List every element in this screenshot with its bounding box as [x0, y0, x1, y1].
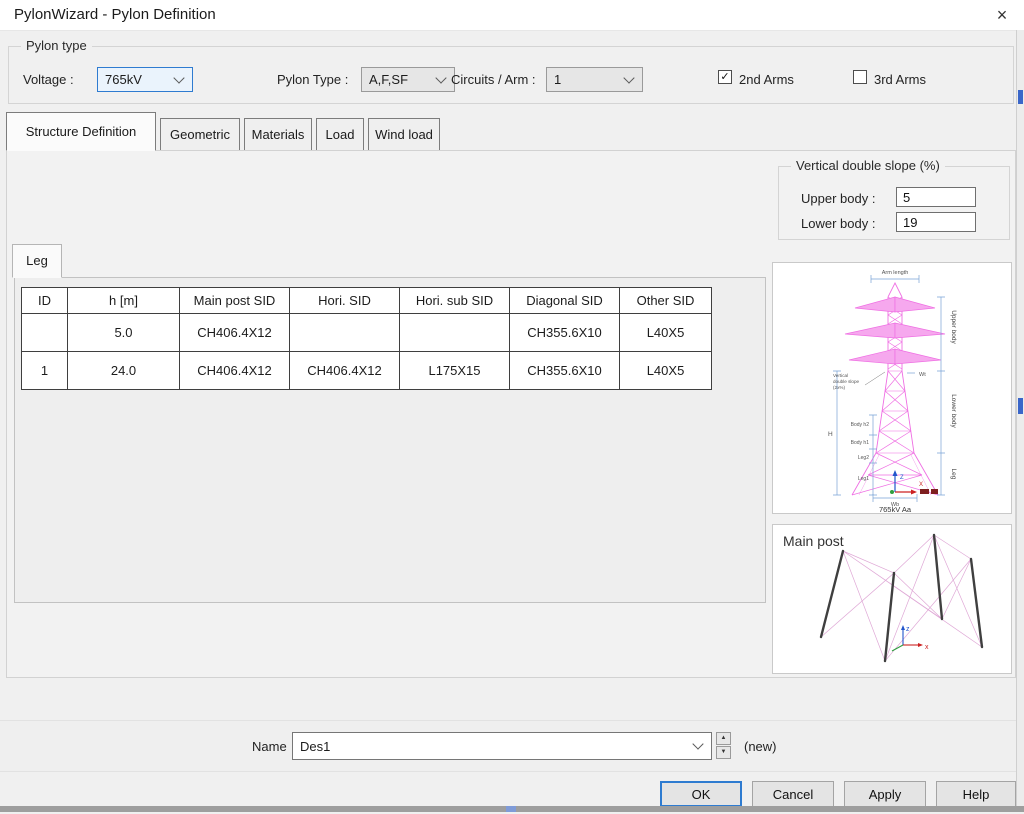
right-edge-marker	[1018, 90, 1023, 104]
table-cell[interactable]: L40X5	[620, 352, 712, 390]
table-cell[interactable]: CH406.4X12	[180, 352, 290, 390]
section-grid-panel: ID h [m] Main post SID Hori. SID Hori. s…	[14, 277, 766, 603]
chevron-down-icon	[435, 72, 446, 83]
arm-length-label: Arm length	[882, 270, 909, 276]
vertical-double-slope-group: Vertical double slope (%) Upper body : L…	[778, 166, 1010, 240]
table-cell[interactable]: L40X5	[620, 314, 712, 352]
slope-note-line3: (2x%)	[833, 385, 845, 390]
bottom-edge-marker	[506, 806, 516, 812]
table-header-row: ID h [m] Main post SID Hori. SID Hori. s…	[22, 288, 712, 314]
slope-note-line1: Vertical	[833, 373, 848, 378]
table-cell[interactable]	[290, 314, 400, 352]
h-dim-label: H	[828, 431, 833, 438]
main-post-panel: Main post z x	[772, 524, 1012, 674]
table-cell[interactable]: L175X15	[400, 352, 510, 390]
main-post-drawing: z x	[773, 525, 1011, 673]
chevron-down-icon	[173, 72, 184, 83]
table-row[interactable]: 1 24.0 CH406.4X12 CH406.4X12 L175X15 CH3…	[22, 352, 712, 390]
wt-dim-label: Wt	[919, 372, 926, 378]
row-id-cell[interactable]: 2	[22, 314, 68, 352]
tab-wind-load[interactable]: Wind load	[368, 118, 440, 151]
tab-load[interactable]: Load	[316, 118, 364, 151]
name-combobox[interactable]: Des1	[292, 732, 712, 760]
col-header-diagonal[interactable]: Diagonal SID	[510, 288, 620, 314]
col-header-h[interactable]: h [m]	[68, 288, 180, 314]
help-button[interactable]: Help	[936, 781, 1016, 807]
table-cell[interactable]	[400, 314, 510, 352]
table-cell[interactable]: 5.0	[68, 314, 180, 352]
spinner-up-icon[interactable]: ▲	[716, 732, 731, 745]
lower-body-label: Lower body :	[801, 216, 875, 231]
upper-body-input[interactable]	[896, 187, 976, 207]
pylon-type-label: Pylon Type :	[277, 72, 348, 87]
pylon-type-group: Pylon type Voltage : 765kV Pylon Type : …	[8, 46, 1014, 104]
window-title: PylonWizard - Pylon Definition	[14, 0, 216, 30]
col-header-id[interactable]: ID	[22, 288, 68, 314]
chevron-down-icon	[692, 738, 703, 749]
chevron-down-icon	[623, 72, 634, 83]
window-titlebar: PylonWizard - Pylon Definition ×	[0, 0, 1024, 31]
col-header-hori-sub[interactable]: Hori. sub SID	[400, 288, 510, 314]
body-tab-leg[interactable]: Leg	[12, 244, 62, 278]
row-id-cell[interactable]: 1	[22, 352, 68, 390]
cancel-button[interactable]: Cancel	[752, 781, 834, 807]
col-header-other[interactable]: Other SID	[620, 288, 712, 314]
mainpost-axis-x-label: x	[925, 644, 929, 651]
leg-dim-label: Leg	[950, 469, 957, 480]
name-spinner[interactable]: ▲ ▼	[716, 732, 731, 759]
third-arms-label: 3rd Arms	[874, 72, 926, 87]
third-arms-checkbox[interactable]	[853, 70, 867, 84]
apply-button[interactable]: Apply	[844, 781, 926, 807]
tab-materials[interactable]: Materials	[244, 118, 312, 151]
voltage-select[interactable]: 765kV	[97, 67, 193, 92]
vertical-double-slope-label: Vertical double slope (%)	[791, 158, 945, 173]
upper-body-label: Upper body :	[801, 191, 875, 206]
axis-x-label: X	[919, 482, 923, 488]
tab-structure-definition[interactable]: Structure Definition	[6, 112, 156, 151]
voltage-label: Voltage :	[23, 72, 74, 87]
upper-body-dim-label: Upper body	[950, 310, 957, 344]
preview-caption: 765kV Aa	[879, 505, 912, 513]
right-edge-marker	[1018, 398, 1023, 414]
leg1-label: Leg1	[858, 476, 869, 482]
table-cell[interactable]: 24.0	[68, 352, 180, 390]
table-cell[interactable]: CH406.4X12	[180, 314, 290, 352]
pylon-preview-drawing: Arm length Wt Wb H Body h2 Body h1 Leg2 …	[773, 263, 1011, 513]
lower-body-input[interactable]	[896, 212, 976, 232]
new-status-label: (new)	[744, 739, 777, 754]
check-icon: ✓	[720, 71, 729, 83]
lower-body-dim-label: Lower body	[950, 394, 957, 428]
body-h2-label: Body h2	[851, 422, 870, 428]
col-header-hori[interactable]: Hori. SID	[290, 288, 400, 314]
spinner-down-icon[interactable]: ▼	[716, 746, 731, 759]
name-label: Name	[252, 739, 287, 754]
pylon-type-select[interactable]: A,F,SF	[361, 67, 455, 92]
table-row[interactable]: 2 5.0 CH406.4X12 CH355.6X10 L40X5	[22, 314, 712, 352]
mainpost-axis-z-label: z	[906, 626, 910, 633]
pylon-type-group-label: Pylon type	[21, 38, 92, 53]
circuits-arm-label: Circuits / Arm :	[451, 72, 536, 87]
col-header-main-post[interactable]: Main post SID	[180, 288, 290, 314]
close-icon[interactable]: ×	[990, 3, 1014, 27]
tab-geometric[interactable]: Geometric	[160, 118, 240, 151]
ok-button[interactable]: OK	[660, 781, 742, 807]
section-table[interactable]: ID h [m] Main post SID Hori. SID Hori. s…	[21, 287, 712, 390]
leg2-label: Leg2	[858, 455, 869, 461]
second-arms-checkbox[interactable]: ✓	[718, 70, 732, 84]
table-cell[interactable]: CH355.6X10	[510, 352, 620, 390]
axis-z-label: Z	[900, 475, 904, 481]
pylon-preview-panel: Arm length Wt Wb H Body h2 Body h1 Leg2 …	[772, 262, 1012, 514]
second-arms-label: 2nd Arms	[739, 72, 794, 87]
window-right-edge	[1016, 30, 1024, 806]
slope-note-line2: double slope	[833, 379, 859, 384]
table-cell[interactable]: CH355.6X10	[510, 314, 620, 352]
circuits-arm-select[interactable]: 1	[546, 67, 643, 92]
table-cell[interactable]: CH406.4X12	[290, 352, 400, 390]
body-h1-label: Body h1	[851, 440, 870, 446]
